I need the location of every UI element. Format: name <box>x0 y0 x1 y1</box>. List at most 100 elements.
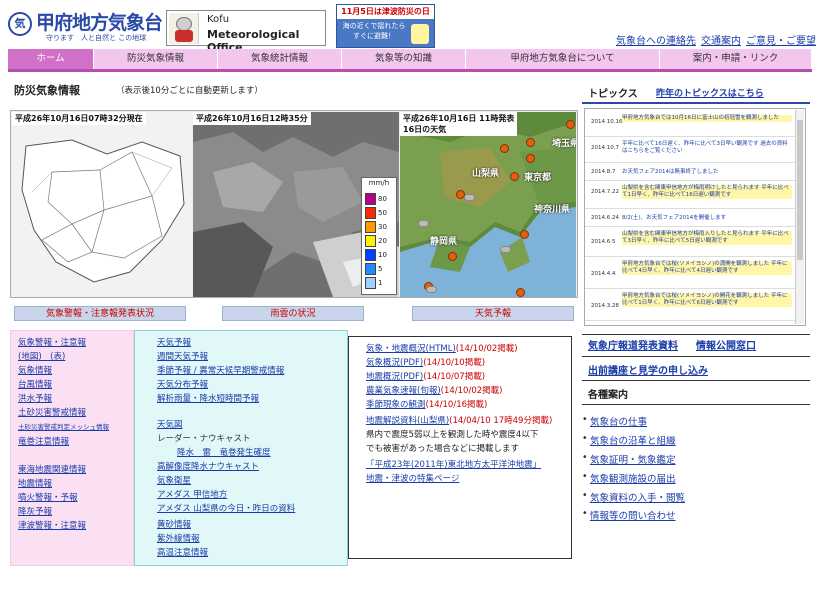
guide-link[interactable]: 気象証明・気象鑑定 <box>582 452 675 466</box>
legend-10: 10 <box>378 251 387 259</box>
warning-map[interactable]: 平成26年10月16日07時32分現在 <box>12 112 192 297</box>
guide-link[interactable]: 気象台の沿革と組織 <box>582 433 675 447</box>
nav-about[interactable]: 甲府地方気象台について <box>466 49 660 69</box>
forecast-map-label: 平成26年10月16日 11時発表 16日の天気 <box>400 112 518 136</box>
middle-link[interactable]: 天気図 <box>157 418 183 430</box>
nav-statistics[interactable]: 気象統計情報 <box>218 49 342 69</box>
left-link[interactable]: 竜巻注意情報 <box>18 435 69 447</box>
left-link[interactable]: 洪水予報 <box>18 392 52 404</box>
pref-yamanashi: 山梨県 <box>472 169 500 179</box>
disclosure-link[interactable]: 情報公開窓口 <box>696 337 756 352</box>
report-link-row: 気象・地震概況(HTML)(14/10/02掲載) <box>366 342 518 354</box>
guide-link[interactable]: 情報等の問い合わせ <box>582 508 675 522</box>
report-link[interactable]: 農業気象速報(旬報) <box>366 386 441 396</box>
pref-tokyo: 東京都 <box>524 173 552 183</box>
forecast-button[interactable]: 天気予報 <box>412 306 574 321</box>
sunny-icon <box>526 138 535 147</box>
forecast-map[interactable]: 平成26年10月16日 11時発表 16日の天気 山梨県 東京都 埼玉県 神奈川県… <box>400 112 576 297</box>
middle-link[interactable]: 気象衛星 <box>157 474 191 486</box>
report-link[interactable]: 気象・地震概況(HTML) <box>366 344 456 354</box>
topic-row[interactable]: 2014.6.24 8/2(土)、お天気フェア2014を開催します <box>585 211 795 227</box>
last-year-topics-link[interactable]: 昨年のトピックスはこちら <box>656 86 764 99</box>
middle-link[interactable]: 天気予報 <box>157 336 191 348</box>
kofu-banner[interactable]: Kofu Meteorological Office <box>166 10 326 54</box>
logo-icon[interactable]: 気 <box>8 12 32 36</box>
feedback-link[interactable]: ご意見・ご要望 <box>746 36 816 47</box>
topic-text: 甲府地方気象台では桜(ソメイヨシノ)の開花を観測しました 平年に比べて1日早く、… <box>622 293 792 307</box>
guide-link[interactable]: 気象観測施設の届出 <box>582 471 675 485</box>
report-link[interactable]: 「平成23年(2011年)東北地方太平洋沖地震」 <box>366 460 541 470</box>
left-link[interactable]: 噴火警報・予報 <box>18 491 78 503</box>
warning-status-button[interactable]: 気象警報・注意報発表状況 <box>14 306 186 321</box>
topic-date: 2014.8.7 <box>591 169 616 175</box>
topics-title: トピックス <box>588 89 638 100</box>
report-link[interactable]: 気象概況(PDF) <box>366 358 423 368</box>
middle-link[interactable]: 天気分布予報 <box>157 378 208 390</box>
left-link[interactable]: 台風情報 <box>18 378 52 390</box>
left-link[interactable]: 土砂災害警戒判定メッシュ情報 <box>18 421 109 431</box>
report-link[interactable]: 地震解説資料(山梨県) <box>366 416 449 426</box>
guide-heading: 各種案内 <box>588 390 628 401</box>
middle-link[interactable]: 解析雨量・降水短時間予報 <box>157 392 259 404</box>
topic-date: 2014.6.5 <box>591 239 616 245</box>
topic-row[interactable]: 2014.6.5 山梨県を含む関東甲信地方が梅雨入りしたと見られます 平年に比べて… <box>585 229 795 257</box>
left-link[interactable]: 津波警報・注意報 <box>18 519 86 531</box>
left-link[interactable]: 土砂災害警戒情報 <box>18 406 86 418</box>
topics-scrollbar[interactable] <box>795 110 804 324</box>
topics-list[interactable]: 2014.10.16 甲府地方気象台では10月16日に富士山の初冠雪を観測しました… <box>584 108 806 326</box>
middle-link[interactable]: 高温注意情報 <box>157 546 208 558</box>
nav-knowledge[interactable]: 気象等の知識 <box>342 49 466 69</box>
contact-link[interactable]: 気象台への連絡先 <box>616 36 696 47</box>
guide-link[interactable]: 気象資料の入手・閲覧 <box>582 490 685 504</box>
nav-disaster-info[interactable]: 防災気象情報 <box>94 49 218 69</box>
access-link[interactable]: 交通案内 <box>701 36 741 47</box>
left-link[interactable]: (地図) (表) <box>18 350 65 362</box>
report-link-row: 農業気象速報(旬報)(14/10/02掲載) <box>366 384 502 396</box>
topic-row[interactable]: 2014.7.22 山梨県を含む関東甲信地方が梅雨明けしたと見られます 平年に比べ… <box>585 183 795 209</box>
middle-link[interactable]: 高解像度降水ナウキャスト <box>157 460 259 472</box>
left-link[interactable]: 地震情報 <box>18 477 52 489</box>
topic-date: 2014.7.22 <box>591 189 619 195</box>
page: 気 甲府地方気象台 守ります 人と自然と この地球 Kofu Meteorolo… <box>0 0 826 594</box>
tsunami-day-banner[interactable]: 11月5日は津波防災の日 海の近くで揺れたら すぐに避難！ <box>336 4 435 48</box>
divider <box>582 380 810 381</box>
tsunami-banner-text: 海の近くで揺れたら すぐに避難！ <box>342 22 406 40</box>
scrollbar-thumb[interactable] <box>797 120 803 260</box>
guide-link[interactable]: 気象台の仕事 <box>582 414 647 428</box>
middle-link[interactable]: 降水 雷 竜巻発生確度 <box>177 446 271 458</box>
rain-cloud-button[interactable]: 雨雲の状況 <box>222 306 364 321</box>
middle-link[interactable]: 週間天気予報 <box>157 350 208 362</box>
topic-row[interactable]: 2014.10.16 甲府地方気象台では10月16日に富士山の初冠雪を観測しました <box>585 113 795 137</box>
left-link[interactable]: 気象警報・注意報 <box>18 336 86 348</box>
rain-radar-map[interactable]: 平成26年10月16日12時35分 mm/h 80 50 30 20 10 5 … <box>193 112 399 297</box>
topic-row[interactable]: 2014.4.4 甲府地方気象台では桜(ソメイヨシノ)の満開を観測しました 平年に… <box>585 259 795 289</box>
sunny-icon <box>516 288 525 297</box>
site-title[interactable]: 甲府地方気象台 <box>36 8 163 35</box>
disaster-info-title: 防災気象情報 <box>14 84 80 97</box>
topic-row[interactable]: 2014.3.28 甲府地方気象台では桜(ソメイヨシノ)の開花を観測しました 平年… <box>585 291 795 321</box>
middle-link[interactable]: 紫外線情報 <box>157 532 200 544</box>
nav-underline <box>8 69 812 72</box>
report-link[interactable]: 地震・津波の特集ページ <box>366 474 459 484</box>
report-link[interactable]: 季節現象の観測 <box>366 400 426 410</box>
left-link[interactable]: 気象情報 <box>18 364 52 376</box>
topic-row[interactable]: 2014.8.7 お天気フェア2014は無事終了しました <box>585 165 795 181</box>
press-release-link[interactable]: 気象庁報道発表資料 <box>588 337 678 352</box>
topic-row[interactable]: 2014.10.7 平年に比べて16日遅く、昨年に比べて3日早い観測です 過去の資… <box>585 139 795 163</box>
left-link[interactable]: 東海地震関連情報 <box>18 463 86 475</box>
report-link[interactable]: 地震概況(PDF) <box>366 372 423 382</box>
nav-home[interactable]: ホーム <box>8 49 94 69</box>
legend-10-swatch <box>365 249 376 261</box>
legend-50: 50 <box>378 209 387 217</box>
middle-link[interactable]: アメダス 山梨県の今日・昨日の資料 <box>157 502 295 514</box>
lecture-link[interactable]: 出前講座と見学の申し込み <box>588 362 708 377</box>
pref-shizuoka: 静岡県 <box>430 237 458 247</box>
middle-link[interactable]: 黄砂情報 <box>157 518 191 530</box>
nav-guide[interactable]: 案内・申請・リンク <box>660 49 812 69</box>
report-link-row: 気象概況(PDF)(14/10/10掲載) <box>366 356 485 368</box>
middle-link[interactable]: アメダス 甲信地方 <box>157 488 227 500</box>
left-link[interactable]: 降灰予報 <box>18 505 52 517</box>
topic-text: 甲府地方気象台では10月16日に富士山の初冠雪を観測しました <box>622 115 792 122</box>
middle-link[interactable]: 季節予報 / 異常天候早期警戒情報 <box>157 364 284 376</box>
forecast-map-label-line2: 16日の天気 <box>403 125 447 134</box>
